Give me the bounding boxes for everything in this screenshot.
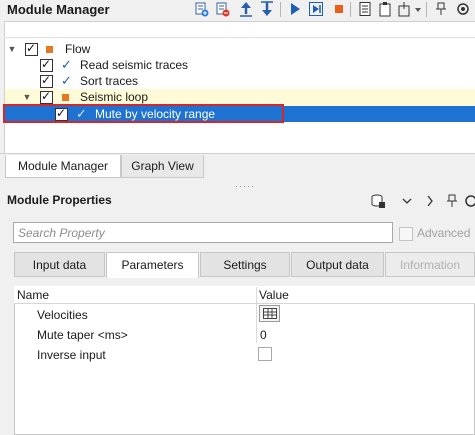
remove-module-icon[interactable] (213, 0, 231, 18)
enabled-check-icon: ✓ (61, 73, 72, 88)
tab-graph-view[interactable]: Graph View (121, 155, 204, 178)
chevron-right-icon[interactable] (421, 192, 439, 210)
toolbar-separator (350, 2, 351, 17)
tree-item-flow[interactable]: ▼ ✓ Flow (5, 41, 475, 57)
loop-icon (62, 94, 69, 101)
chevron-down-icon[interactable]: ▼ (7, 44, 17, 54)
tree-item-label: Read seismic traces (80, 58, 189, 72)
tab-settings[interactable]: Settings (200, 252, 290, 277)
property-grid-header (14, 286, 475, 304)
chevron-down-icon[interactable]: ▼ (22, 92, 32, 102)
advanced-label: Advanced (417, 226, 471, 240)
stop-icon[interactable] (330, 0, 348, 18)
move-down-icon[interactable] (258, 0, 276, 18)
run-icon[interactable] (286, 0, 304, 18)
property-name-velocities: Velocities (37, 308, 88, 322)
tree-item-label: Sort traces (80, 74, 139, 88)
flow-icon (46, 46, 53, 53)
search-property-input[interactable] (14, 223, 392, 242)
toolbar-separator (426, 2, 427, 17)
splitter-handle[interactable]: ····· (235, 181, 255, 191)
add-module-icon[interactable] (192, 0, 210, 18)
log-icon[interactable] (356, 0, 374, 18)
export-icon[interactable] (395, 0, 413, 18)
highlight-box (3, 104, 284, 123)
checkbox[interactable]: ✓ (25, 41, 38, 56)
tree-item-label: Flow (65, 42, 91, 56)
settings-icon[interactable] (463, 192, 475, 210)
run-to-selected-icon[interactable] (307, 0, 325, 18)
checkbox[interactable]: ✓ (40, 73, 53, 88)
tab-input-data[interactable]: Input data (14, 252, 105, 277)
enabled-check-icon: ✓ (61, 57, 72, 72)
property-name-mute-taper: Mute taper <ms> (37, 328, 128, 342)
velocities-table-button[interactable] (259, 305, 280, 322)
tab-parameters[interactable]: Parameters (106, 252, 199, 278)
module-manager-title: Module Manager (7, 2, 110, 17)
tab-output-data[interactable]: Output data (291, 252, 384, 277)
tree-item-read-seismic-traces[interactable]: ✓ ✓ Read seismic traces (5, 57, 475, 73)
column-divider[interactable] (256, 287, 257, 343)
property-value-mute-taper[interactable]: 0 (260, 328, 267, 342)
menu-dropdown-icon[interactable] (412, 0, 424, 18)
table-icon (262, 308, 277, 319)
move-up-icon[interactable] (237, 0, 255, 18)
column-header-name[interactable]: Name (17, 288, 49, 302)
inverse-input-checkbox[interactable] (258, 347, 272, 361)
checkbox[interactable]: ✓ (40, 89, 53, 104)
tree-item-sort-traces[interactable]: ✓ ✓ Sort traces (5, 73, 475, 89)
tree-item-seismic-loop[interactable]: ▼ ✓ Seismic loop (5, 89, 475, 105)
tab-information[interactable]: Information (385, 252, 475, 277)
pin-icon[interactable] (443, 192, 461, 210)
clipboard-icon[interactable] (376, 0, 394, 18)
tree-item-label: Seismic loop (80, 90, 149, 104)
settings-icon[interactable] (454, 0, 472, 18)
advanced-checkbox[interactable] (399, 227, 413, 241)
database-icon[interactable] (369, 192, 387, 210)
checkbox[interactable]: ✓ (40, 57, 53, 72)
column-header-value[interactable]: Value (259, 288, 289, 302)
search-property-box (13, 222, 393, 243)
chevron-down-icon[interactable] (398, 192, 416, 210)
module-properties-title: Module Properties (7, 193, 112, 207)
toolbar-separator (280, 2, 281, 17)
property-name-inverse-input: Inverse input (37, 348, 106, 362)
pin-icon[interactable] (432, 0, 450, 18)
tab-module-manager[interactable]: Module Manager (5, 155, 121, 178)
tree-header-divider (4, 37, 475, 38)
